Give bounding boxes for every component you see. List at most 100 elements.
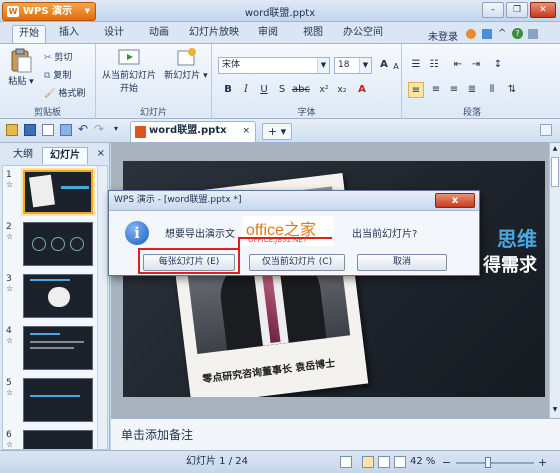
tab-outline[interactable]: 大纲 — [6, 147, 40, 164]
notes-pane[interactable]: 单击添加备注 — [111, 418, 560, 450]
settings-icon[interactable] — [528, 29, 538, 39]
scroll-thumb[interactable] — [551, 157, 559, 187]
maximize-button[interactable]: ❐ — [506, 2, 528, 18]
thumbnail-scrollbar[interactable] — [97, 166, 107, 449]
preview-icon[interactable] — [60, 124, 72, 136]
slide-thumbnail-3[interactable] — [23, 274, 93, 318]
slide-thumbnail-4[interactable] — [23, 326, 93, 370]
underline-icon[interactable]: U — [256, 82, 272, 98]
help-icon[interactable]: ? — [512, 28, 523, 39]
font-size-select[interactable]: 18 ▼ — [334, 57, 372, 74]
new-slide-button[interactable]: 新幻灯片 ▾ — [164, 48, 208, 81]
justify-icon[interactable]: ≣ — [464, 82, 480, 98]
undo-icon[interactable]: ↶ — [78, 122, 88, 136]
tab-office-space[interactable]: 办公空间 — [337, 25, 389, 43]
dialog-title-text: WPS 演示 - [word联盟.pptx *] — [114, 195, 242, 205]
account-label[interactable]: 未登录 — [428, 28, 458, 43]
photo-caption: 零点研究咨询董事长 袁岳博士 — [201, 358, 336, 386]
customize-icon[interactable]: ▾ — [114, 124, 118, 133]
slideshow-view-icon[interactable] — [394, 456, 406, 468]
status-bar: 幻灯片 1 / 24 42 % − + — [0, 450, 560, 473]
redo-icon[interactable]: ↷ — [94, 122, 104, 136]
align-right-icon[interactable]: ≡ — [446, 82, 462, 98]
font-color-icon[interactable]: A — [354, 82, 370, 98]
scroll-up-icon[interactable]: ▲ — [551, 145, 559, 153]
decrease-indent-icon[interactable]: ⇤ — [450, 57, 466, 73]
tab-slides[interactable]: 幻灯片 — [42, 147, 88, 164]
slide-thumbnails: 1 ☆ 2 ☆ 3 ☆ 4 ☆ 5 ☆ 6 ☆ — [2, 165, 108, 450]
font-name-select[interactable]: 宋体 ▼ — [218, 57, 330, 74]
spellcheck-icon[interactable] — [340, 456, 352, 468]
dialog-title: WPS 演示 - [word联盟.pptx *] x — [109, 191, 479, 211]
tab-animation[interactable]: 动画 — [143, 25, 175, 43]
bold-icon[interactable]: B — [220, 82, 236, 98]
shirt-icon[interactable] — [482, 29, 492, 39]
left-panel: 大纲 幻灯片 × 1 ☆ 2 ☆ 3 ☆ 4 ☆ 5 ☆ 6 ☆ — [0, 143, 110, 450]
text-direction-icon[interactable]: ⇅ — [504, 82, 520, 98]
star-icon: ☆ — [6, 180, 14, 189]
close-icon[interactable]: × — [242, 122, 250, 140]
from-current-label-1: 从当前幻灯片 — [101, 71, 156, 81]
shadow-icon[interactable]: S — [274, 82, 290, 98]
tab-insert[interactable]: 插入 — [53, 25, 85, 43]
slide-number: 3 — [6, 274, 12, 284]
slide-thumbnail-1[interactable] — [23, 170, 93, 214]
slide-thumbnail-2[interactable] — [23, 222, 93, 266]
tab-home[interactable]: 开始 — [12, 25, 46, 43]
tab-design[interactable]: 设计 — [98, 25, 130, 43]
cancel-button[interactable]: 取消 — [357, 254, 447, 271]
increase-indent-icon[interactable]: ⇥ — [468, 57, 484, 73]
strikethrough-icon[interactable]: abc — [292, 82, 310, 98]
cut-button[interactable]: ✂ 剪切 — [44, 50, 72, 63]
info-icon: i — [125, 221, 149, 245]
notes-placeholder: 单击添加备注 — [121, 428, 194, 442]
align-center-icon[interactable]: ≡ — [428, 82, 444, 98]
line-spacing-icon[interactable]: ↕ — [490, 57, 506, 73]
save-icon[interactable] — [24, 124, 36, 136]
close-window-button[interactable]: ✕ — [530, 2, 556, 18]
vertical-scrollbar[interactable]: ▲ ▼ — [549, 143, 560, 418]
close-icon[interactable]: × — [97, 148, 105, 159]
tab-review[interactable]: 审阅 — [252, 25, 284, 43]
normal-view-icon[interactable] — [362, 456, 374, 468]
numbering-icon[interactable]: ☷ — [426, 57, 442, 73]
paste-button[interactable]: 粘贴 ▾ — [8, 48, 34, 100]
slide-heading-2: 得需求 — [483, 255, 537, 276]
slide-thumbnail-6[interactable] — [23, 430, 93, 449]
zoom-in-icon[interactable]: + — [538, 452, 547, 473]
highlight-line — [238, 237, 332, 239]
minimize-button[interactable]: – — [482, 2, 504, 18]
zoom-slider[interactable] — [456, 462, 534, 464]
align-left-icon[interactable]: ≡ — [408, 82, 424, 98]
zoom-out-icon[interactable]: − — [442, 452, 451, 473]
play-from-current-button[interactable]: 从当前幻灯片 开始 — [100, 48, 158, 94]
restore-doc-icon[interactable] — [540, 124, 552, 136]
columns-icon[interactable]: ⫴ — [484, 82, 500, 98]
copy-icon: ⧉ — [44, 71, 51, 81]
user-icon[interactable] — [466, 29, 476, 39]
bullets-icon[interactable]: ☰ — [408, 57, 424, 73]
italic-icon[interactable]: I — [238, 82, 254, 98]
copy-button[interactable]: ⧉ 复制 — [44, 68, 71, 81]
tab-slideshow[interactable]: 幻灯片放映 — [183, 25, 245, 43]
superscript-icon[interactable]: x² — [316, 82, 332, 98]
slide-sorter-icon[interactable] — [378, 456, 390, 468]
export-current-slide-button[interactable]: 仅当前幻灯片 (C) — [249, 254, 345, 271]
new-slide-label: 新幻灯片 — [164, 71, 201, 81]
caret-icon[interactable]: ^ — [498, 28, 506, 39]
format-painter-button[interactable]: 🖌 格式刷 — [44, 86, 85, 99]
slide-thumbnail-5[interactable] — [23, 378, 93, 422]
plus-icon: + — [267, 125, 278, 138]
new-document-tab-button[interactable]: + ▾ — [262, 123, 292, 140]
tab-view[interactable]: 视图 — [297, 25, 329, 43]
paste-icon — [11, 48, 32, 73]
star-icon: ☆ — [6, 388, 14, 397]
subscript-icon[interactable]: x₂ — [334, 82, 350, 98]
open-folder-icon[interactable] — [6, 124, 18, 136]
close-icon[interactable]: x — [435, 193, 475, 208]
scroll-down-icon[interactable]: ▼ — [551, 406, 559, 414]
zoom-slider-thumb[interactable] — [485, 457, 491, 468]
document-tab[interactable]: word联盟.pptx × — [130, 121, 256, 142]
print-icon[interactable] — [42, 124, 54, 136]
paragraph-group-label: 段落 — [462, 108, 481, 118]
